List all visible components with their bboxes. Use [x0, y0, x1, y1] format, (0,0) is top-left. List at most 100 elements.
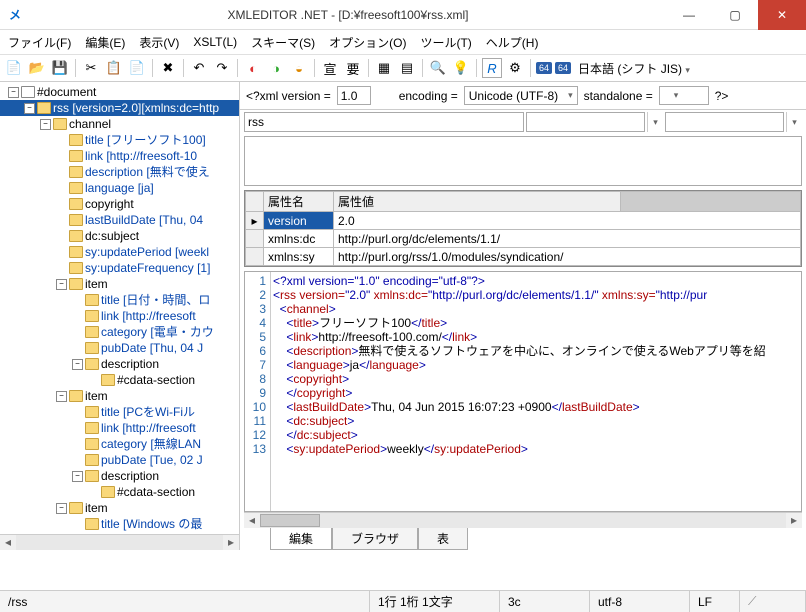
scroll-thumb[interactable]: [260, 514, 320, 527]
menu-edit[interactable]: 編集(E): [85, 34, 125, 51]
scroll-right-icon[interactable]: ▸: [786, 513, 802, 528]
attr-name-cell[interactable]: xmlns:dc: [264, 230, 334, 248]
tab-table[interactable]: 表: [418, 528, 468, 550]
attr-row[interactable]: ▸version2.0: [246, 212, 801, 230]
scroll-track[interactable]: [16, 535, 223, 550]
attr-value-cell[interactable]: http://purl.org/rss/1.0/modules/syndicat…: [334, 248, 801, 266]
menu-xslt[interactable]: XSLT(L): [193, 35, 237, 49]
tree-item[interactable]: title [日付・時間、ロ: [0, 292, 239, 308]
search-icon[interactable]: 🔍: [428, 58, 448, 78]
minimize-button[interactable]: —: [666, 0, 712, 30]
new-icon[interactable]: 📄: [4, 58, 24, 78]
tree-item[interactable]: −item: [0, 500, 239, 516]
expand-icon[interactable]: −: [56, 279, 67, 290]
tree-item[interactable]: −item: [0, 388, 239, 404]
attr-value-cell[interactable]: 2.0: [334, 212, 801, 230]
tool-icon[interactable]: ▦: [374, 58, 394, 78]
tree-item[interactable]: −description: [0, 356, 239, 372]
expand-icon[interactable]: −: [72, 471, 83, 482]
tab-browser[interactable]: ブラウザ: [332, 528, 418, 550]
path-combo-1[interactable]: [526, 112, 645, 132]
scroll-right-icon[interactable]: ▸: [223, 535, 239, 550]
b64-badge[interactable]: 64: [555, 62, 571, 74]
delete-icon[interactable]: ✖: [158, 58, 178, 78]
undo-icon[interactable]: ↶: [189, 58, 209, 78]
code-editor[interactable]: 12345678910111213 <?xml version="1.0" en…: [244, 271, 802, 512]
attr-row[interactable]: xmlns:syhttp://purl.org/rss/1.0/modules/…: [246, 248, 801, 266]
tree-item[interactable]: #cdata-section: [0, 484, 239, 500]
tree-item[interactable]: language [ja]: [0, 180, 239, 196]
open-icon[interactable]: 📂: [27, 58, 47, 78]
elem-button[interactable]: 要: [343, 58, 363, 78]
tree-hscrollbar[interactable]: ◂ ▸: [0, 534, 239, 550]
encoding-selector[interactable]: 日本語 (シフト JIS) ▾: [578, 60, 690, 77]
tab-edit[interactable]: 編集: [270, 528, 332, 550]
dropdown-icon[interactable]: ▾: [647, 112, 663, 132]
scroll-left-icon[interactable]: ◂: [0, 535, 16, 550]
tree-item[interactable]: title [PCをWi-Fiル: [0, 404, 239, 420]
attr-name-cell[interactable]: version: [264, 212, 334, 230]
attribute-grid[interactable]: 属性名 属性値 ▸version2.0xmlns:dchttp://purl.o…: [244, 190, 802, 267]
tree-item[interactable]: category [無線LAN: [0, 436, 239, 452]
scroll-left-icon[interactable]: ◂: [244, 513, 260, 528]
attr-name-header[interactable]: 属性名: [264, 192, 334, 212]
redo-icon[interactable]: ↷: [212, 58, 232, 78]
tree-item[interactable]: −item: [0, 276, 239, 292]
tree-item[interactable]: title [フリーソフト100]: [0, 132, 239, 148]
menu-view[interactable]: 表示(V): [139, 34, 179, 51]
script-r-button[interactable]: R: [482, 58, 502, 78]
expand-icon[interactable]: −: [8, 87, 19, 98]
scroll-track[interactable]: [260, 513, 786, 528]
expand-icon[interactable]: −: [56, 503, 67, 514]
element-name-input[interactable]: [244, 112, 524, 132]
tool-icon[interactable]: ⚙: [505, 58, 525, 78]
tree-item[interactable]: pubDate [Tue, 02 J: [0, 452, 239, 468]
tree-item[interactable]: #cdata-section: [0, 372, 239, 388]
tree-item[interactable]: link [http://freesoft-10: [0, 148, 239, 164]
dropdown-icon[interactable]: ▾: [786, 112, 802, 132]
tree-item[interactable]: lastBuildDate [Thu, 04: [0, 212, 239, 228]
tool-icon[interactable]: ▤: [397, 58, 417, 78]
decl-encoding-select[interactable]: Unicode (UTF-8)▾: [464, 86, 578, 105]
tree-item[interactable]: pubDate [Thu, 04 J: [0, 340, 239, 356]
tree-body[interactable]: −#document−rss [version=2.0][xmlns:dc=ht…: [0, 82, 239, 534]
tree-item[interactable]: copyright: [0, 196, 239, 212]
paste-icon[interactable]: 📄: [127, 58, 147, 78]
attr-name-cell[interactable]: xmlns:sy: [264, 248, 334, 266]
decl-standalone-select[interactable]: ▾: [659, 86, 709, 105]
tree-item[interactable]: −rss [version=2.0][xmlns:dc=http: [0, 100, 239, 116]
attr-value-header[interactable]: 属性値: [334, 192, 621, 212]
save-icon[interactable]: 💾: [50, 58, 70, 78]
decl-button[interactable]: 宣: [320, 58, 340, 78]
path-combo-2[interactable]: [665, 112, 784, 132]
cut-icon[interactable]: ✂: [81, 58, 101, 78]
expand-icon[interactable]: −: [72, 359, 83, 370]
tree-item[interactable]: link [http://freesoft: [0, 308, 239, 324]
menu-tool[interactable]: ツール(T): [420, 34, 471, 51]
tree-item[interactable]: title [Windows の最: [0, 516, 239, 532]
b64-badge[interactable]: 64: [536, 62, 552, 74]
tree-item[interactable]: sy:updatePeriod [weekl: [0, 244, 239, 260]
tool-icon[interactable]: ◑: [266, 58, 286, 78]
tree-item[interactable]: −channel: [0, 116, 239, 132]
expand-icon[interactable]: −: [24, 103, 35, 114]
decl-version-input[interactable]: [337, 86, 371, 105]
close-button[interactable]: ✕: [758, 0, 806, 30]
menu-option[interactable]: オプション(O): [329, 34, 406, 51]
menu-help[interactable]: ヘルプ(H): [486, 34, 539, 51]
editor-hscrollbar[interactable]: ◂ ▸: [244, 512, 802, 528]
tree-item[interactable]: description [無料で使え: [0, 164, 239, 180]
code-area[interactable]: <?xml version="1.0" encoding="utf-8"?><r…: [271, 272, 801, 511]
tree-item[interactable]: −#document: [0, 84, 239, 100]
tool-icon[interactable]: ◒: [289, 58, 309, 78]
find-icon[interactable]: 💡: [451, 58, 471, 78]
menu-file[interactable]: ファイル(F): [8, 34, 71, 51]
attr-row[interactable]: xmlns:dchttp://purl.org/dc/elements/1.1/: [246, 230, 801, 248]
tree-item[interactable]: link [http://freesoft: [0, 420, 239, 436]
menu-schema[interactable]: スキーマ(S): [251, 34, 315, 51]
status-resize-grip[interactable]: ⟋: [740, 591, 806, 612]
text-content-area[interactable]: [244, 136, 802, 186]
attr-value-cell[interactable]: http://purl.org/dc/elements/1.1/: [334, 230, 801, 248]
copy-icon[interactable]: 📋: [104, 58, 124, 78]
maximize-button[interactable]: ▢: [712, 0, 758, 30]
